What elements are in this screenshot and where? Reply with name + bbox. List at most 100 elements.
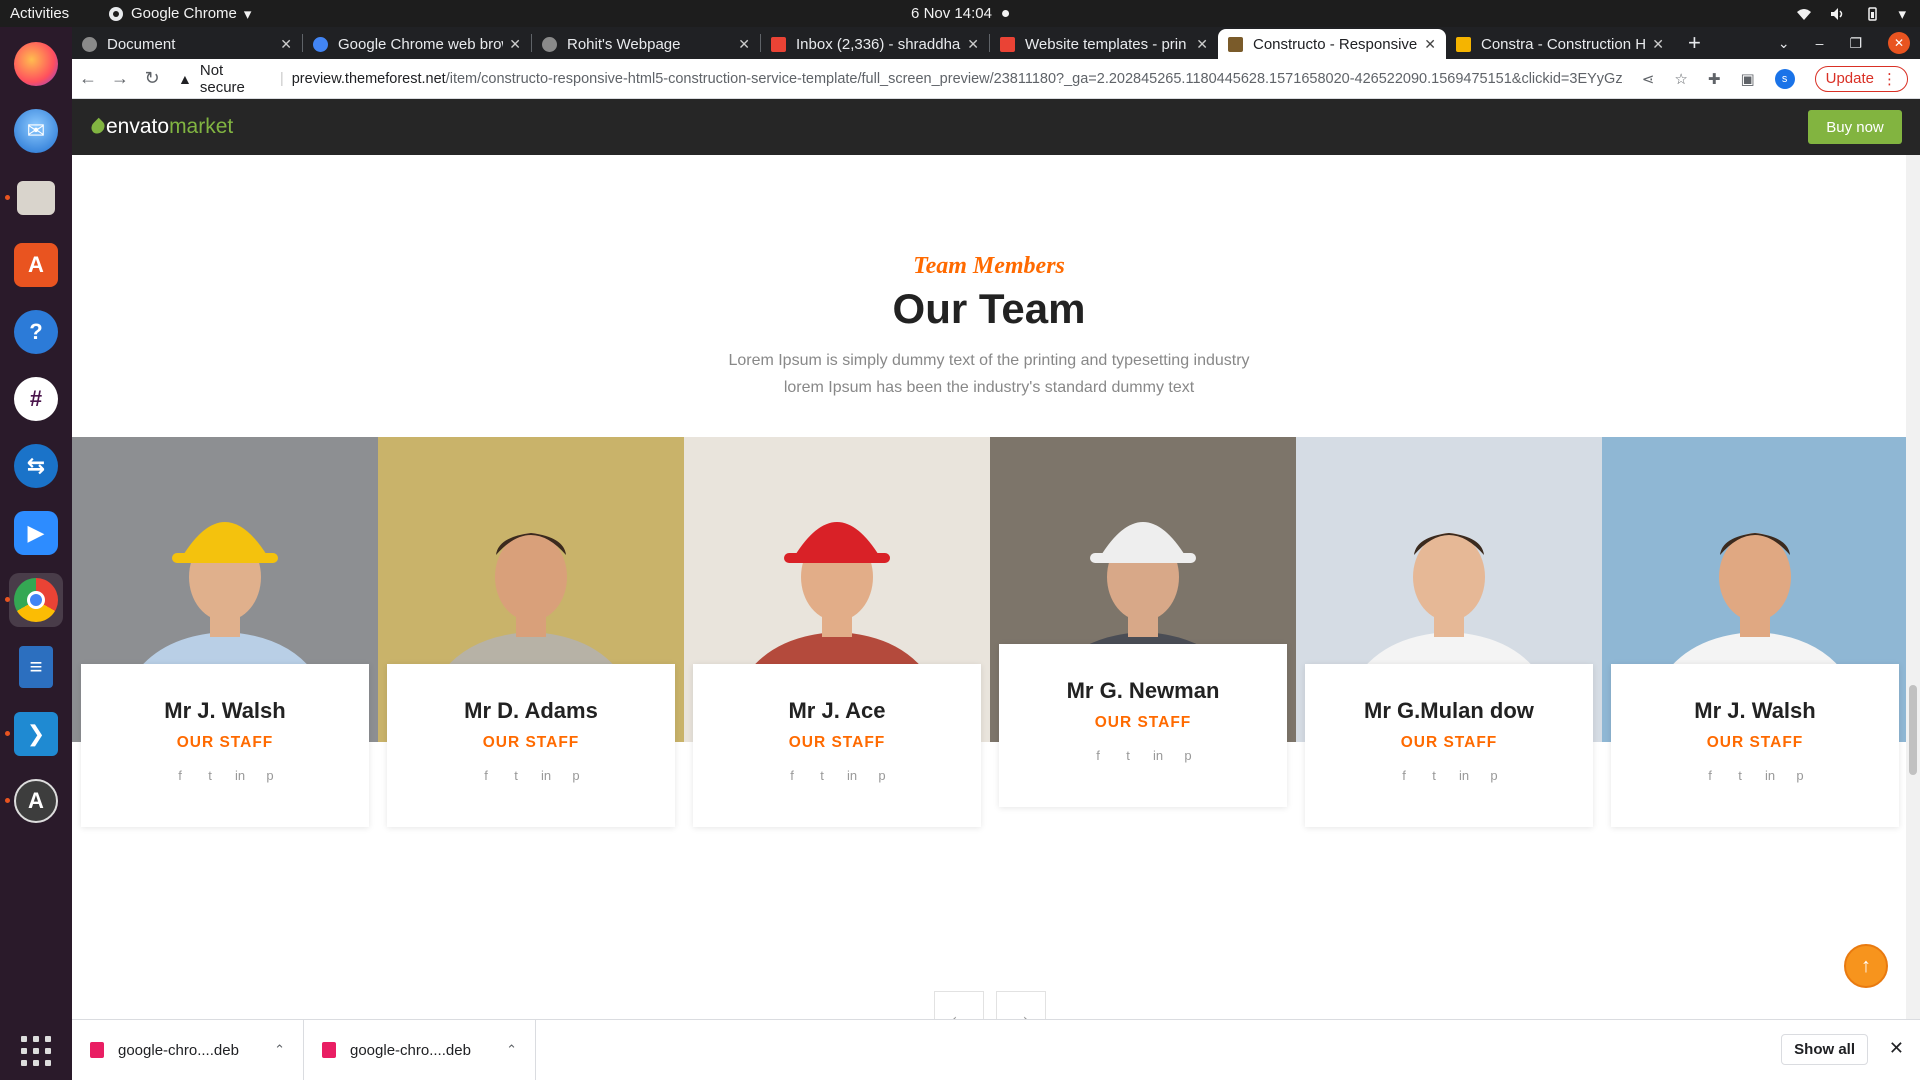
- dock-chrome[interactable]: [5, 573, 63, 627]
- download-item[interactable]: google-chro....deb ⌃: [304, 1019, 536, 1080]
- share-icon[interactable]: ⋖: [1642, 70, 1655, 88]
- dock-teamviewer[interactable]: ⇆: [9, 439, 63, 493]
- linkedin-icon[interactable]: in: [845, 768, 859, 783]
- dock-help[interactable]: ?: [9, 305, 63, 359]
- activities-button[interactable]: Activities: [0, 5, 100, 22]
- dock-slack[interactable]: #: [9, 372, 63, 426]
- tab-rohits-webpage[interactable]: Rohit's Webpage ✕: [532, 29, 760, 59]
- twitter-icon[interactable]: t: [815, 768, 829, 783]
- dock-thunderbird[interactable]: ✉: [9, 104, 63, 158]
- close-tab-icon[interactable]: ✕: [967, 36, 979, 53]
- facebook-icon[interactable]: f: [479, 768, 493, 783]
- tab-gmail-inbox[interactable]: Inbox (2,336) - shraddha ✕: [761, 29, 989, 59]
- side-panel-icon[interactable]: ▣: [1740, 70, 1754, 88]
- restore-icon[interactable]: ❐: [1849, 35, 1862, 52]
- show-all-downloads-button[interactable]: Show all: [1781, 1034, 1868, 1065]
- running-indicator: [5, 597, 10, 602]
- section-heading: Our Team: [892, 285, 1086, 332]
- team-member-card: Mr G.Mulan dow OUR STAFF f t in p: [1296, 437, 1602, 837]
- member-social-links: f t in p: [999, 748, 1287, 763]
- twitter-icon[interactable]: t: [203, 768, 217, 783]
- dock-software[interactable]: A: [9, 238, 63, 292]
- pinterest-icon[interactable]: p: [1487, 768, 1501, 783]
- close-tab-icon[interactable]: ✕: [509, 36, 521, 53]
- zoom-icon: ▶: [14, 511, 58, 555]
- close-tab-icon[interactable]: ✕: [280, 36, 292, 53]
- facebook-icon[interactable]: f: [785, 768, 799, 783]
- chrome-icon: [14, 578, 58, 622]
- member-name: Mr J. Walsh: [164, 698, 286, 723]
- back-arrow-icon[interactable]: ←: [72, 68, 104, 89]
- linkedin-icon[interactable]: in: [1763, 768, 1777, 783]
- ubuntu-dock: ✉ A ? # ⇆ ▶ ≡ ❯ A: [0, 27, 72, 1080]
- twitter-icon[interactable]: t: [509, 768, 523, 783]
- close-tab-icon[interactable]: ✕: [738, 36, 750, 53]
- dock-app-installer[interactable]: A: [5, 774, 63, 828]
- dock-files[interactable]: [5, 171, 63, 225]
- facebook-icon[interactable]: f: [1703, 768, 1717, 783]
- system-tray[interactable]: ▾: [1796, 5, 1906, 23]
- linkedin-icon[interactable]: in: [233, 768, 247, 783]
- linkedin-icon[interactable]: in: [539, 768, 553, 783]
- twitter-icon[interactable]: t: [1121, 748, 1135, 763]
- tab-constra[interactable]: Constra - Construction H ✕: [1446, 29, 1674, 59]
- bookmark-star-icon[interactable]: ☆: [1674, 70, 1687, 88]
- vscode-icon: ❯: [14, 712, 58, 756]
- show-applications-grid-icon[interactable]: [21, 1036, 51, 1066]
- envato-leaf-icon: [88, 117, 108, 137]
- extensions-puzzle-icon[interactable]: ✚: [1708, 70, 1721, 88]
- pinterest-icon[interactable]: p: [263, 768, 277, 783]
- carousel-next-button[interactable]: →: [996, 991, 1046, 1019]
- member-name: Mr J. Walsh: [1694, 698, 1816, 723]
- app-menu[interactable]: Google Chrome ▾: [108, 5, 251, 23]
- profile-avatar[interactable]: s: [1774, 68, 1795, 89]
- pinterest-icon[interactable]: p: [569, 768, 583, 783]
- address-bar[interactable]: ▲ Not secure | preview.themeforest.net/i…: [178, 62, 1624, 96]
- team-member-card: Mr J. Walsh OUR STAFF f t in p: [1602, 437, 1908, 837]
- close-tab-icon[interactable]: ✕: [1424, 36, 1436, 53]
- reload-icon[interactable]: ↻: [136, 68, 168, 89]
- envato-market-logo[interactable]: envato market: [88, 115, 233, 139]
- pinterest-icon[interactable]: p: [875, 768, 889, 783]
- member-name: Mr G. Newman: [1066, 678, 1220, 703]
- close-shelf-icon[interactable]: ✕: [1889, 1038, 1904, 1059]
- download-item[interactable]: google-chro....deb ⌃: [72, 1019, 304, 1080]
- facebook-icon[interactable]: f: [173, 768, 187, 783]
- dock-zoom[interactable]: ▶: [9, 506, 63, 560]
- linkedin-icon[interactable]: in: [1457, 768, 1471, 783]
- globe-icon: [82, 36, 97, 52]
- scrollbar-thumb[interactable]: [1909, 685, 1917, 775]
- linkedin-icon[interactable]: in: [1151, 748, 1165, 763]
- scroll-to-top-button[interactable]: ↑: [1844, 944, 1888, 988]
- tab-constructo[interactable]: Constructo - Responsive ✕: [1218, 29, 1446, 59]
- tab-search-chevron-icon[interactable]: ⌄: [1778, 35, 1790, 52]
- new-tab-button[interactable]: +: [1674, 30, 1715, 56]
- twitter-icon[interactable]: t: [1427, 768, 1441, 783]
- forward-arrow-icon[interactable]: →: [104, 68, 136, 89]
- chevron-up-icon[interactable]: ⌃: [274, 1042, 285, 1058]
- minimize-icon[interactable]: –: [1816, 35, 1824, 51]
- clock[interactable]: 6 Nov 14:04: [911, 5, 1009, 22]
- close-window-icon[interactable]: ✕: [1888, 32, 1910, 54]
- facebook-icon[interactable]: f: [1091, 748, 1105, 763]
- carousel-prev-button[interactable]: ←: [934, 991, 984, 1019]
- buy-now-button[interactable]: Buy now: [1808, 110, 1902, 144]
- member-name: Mr G.Mulan dow: [1364, 698, 1534, 723]
- twitter-icon[interactable]: t: [1733, 768, 1747, 783]
- page-scrollbar[interactable]: [1906, 155, 1920, 1019]
- tab-chrome-web-browser[interactable]: Google Chrome web brows ✕: [303, 29, 531, 59]
- tab-document[interactable]: Document ✕: [72, 29, 302, 59]
- update-button[interactable]: Update ⋮: [1814, 65, 1908, 92]
- chevron-up-icon[interactable]: ⌃: [506, 1042, 517, 1058]
- dock-firefox[interactable]: [9, 37, 63, 91]
- kebab-menu-icon: ⋮: [1882, 70, 1897, 88]
- pinterest-icon[interactable]: p: [1181, 748, 1195, 763]
- facebook-icon[interactable]: f: [1397, 768, 1411, 783]
- tab-website-templates[interactable]: Website templates - prin ✕: [990, 29, 1218, 59]
- close-tab-icon[interactable]: ✕: [1196, 36, 1208, 53]
- system-menu-chevron-icon: ▾: [1898, 5, 1906, 23]
- dock-vscode[interactable]: ❯: [5, 707, 63, 761]
- dock-document-viewer[interactable]: ≡: [9, 640, 63, 694]
- close-tab-icon[interactable]: ✕: [1652, 36, 1664, 53]
- pinterest-icon[interactable]: p: [1793, 768, 1807, 783]
